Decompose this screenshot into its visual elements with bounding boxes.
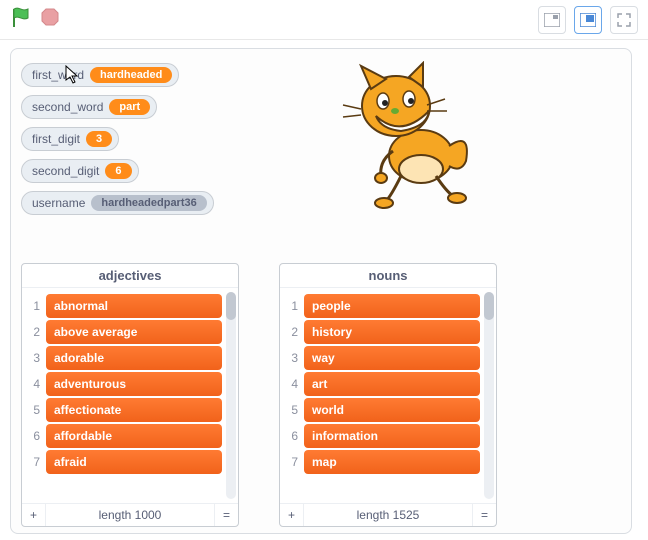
list-body: 1 abnormal 2 above average 3 adorable 4 adventu…	[22, 288, 238, 503]
list-item-value: affordable	[46, 424, 222, 448]
monitor-label: username	[32, 196, 85, 210]
monitor-label: second_digit	[32, 164, 99, 178]
list-item-value: information	[304, 424, 480, 448]
list-item-value: affectionate	[46, 398, 222, 422]
list-item-index: 1	[26, 299, 40, 313]
list-item[interactable]: 3 way	[284, 346, 480, 370]
list-item-index: 4	[284, 377, 298, 391]
list-add-button[interactable]: +	[280, 504, 304, 526]
monitor-value: 6	[105, 163, 131, 179]
list-title: nouns	[280, 264, 496, 288]
list-item-value: art	[304, 372, 480, 396]
list-item[interactable]: 6 information	[284, 424, 480, 448]
list-item-index: 4	[26, 377, 40, 391]
monitor-second-word[interactable]: second_word part	[21, 95, 157, 119]
list-adjectives[interactable]: adjectives 1 abnormal 2 above average 3 adora…	[21, 263, 239, 527]
list-item[interactable]: 2 above average	[26, 320, 222, 344]
list-item-value: world	[304, 398, 480, 422]
list-item-index: 2	[26, 325, 40, 339]
list-title: adjectives	[22, 264, 238, 288]
list-resize-handle[interactable]: =	[214, 504, 238, 526]
list-item-value: abnormal	[46, 294, 222, 318]
monitor-label: second_word	[32, 100, 103, 114]
monitor-first-word[interactable]: first_word hardheaded	[21, 63, 179, 87]
monitor-second-digit[interactable]: second_digit 6	[21, 159, 139, 183]
scrollbar[interactable]	[226, 292, 236, 499]
list-item[interactable]: 4 art	[284, 372, 480, 396]
list-item-index: 7	[26, 455, 40, 469]
list-item-value: afraid	[46, 450, 222, 474]
list-item[interactable]: 6 affordable	[26, 424, 222, 448]
list-item[interactable]: 5 affectionate	[26, 398, 222, 422]
variable-monitors: first_word hardheaded second_word part f…	[13, 59, 214, 215]
list-item[interactable]: 7 afraid	[26, 450, 222, 474]
list-item-index: 3	[26, 351, 40, 365]
stage-toolbar	[0, 0, 648, 40]
list-item[interactable]: 5 world	[284, 398, 480, 422]
sprite-cat[interactable]	[331, 61, 481, 211]
list-item-index: 1	[284, 299, 298, 313]
stage[interactable]: first_word hardheaded second_word part f…	[10, 48, 632, 534]
list-item[interactable]: 3 adorable	[26, 346, 222, 370]
list-item-index: 6	[284, 429, 298, 443]
list-item-index: 5	[284, 403, 298, 417]
monitor-value: 3	[86, 131, 112, 147]
list-item-value: people	[304, 294, 480, 318]
monitor-label: first_digit	[32, 132, 80, 146]
small-stage-button[interactable]	[538, 6, 566, 34]
monitor-label: first_word	[32, 68, 84, 82]
list-item[interactable]: 2 history	[284, 320, 480, 344]
list-item[interactable]: 7 map	[284, 450, 480, 474]
list-body: 1 people 2 history 3 way 4 art 5 world 6 informatio…	[280, 288, 496, 503]
stop-icon[interactable]	[40, 7, 60, 32]
list-add-button[interactable]: +	[22, 504, 46, 526]
list-item[interactable]: 1 people	[284, 294, 480, 318]
list-length-label: length 1525	[304, 504, 472, 526]
list-item-value: adorable	[46, 346, 222, 370]
list-item-index: 3	[284, 351, 298, 365]
monitor-username[interactable]: username hardheadedpart36	[21, 191, 214, 215]
list-item[interactable]: 1 abnormal	[26, 294, 222, 318]
monitor-value: hardheaded	[90, 67, 172, 83]
list-resize-handle[interactable]: =	[472, 504, 496, 526]
scroll-thumb[interactable]	[484, 292, 494, 320]
list-length-label: length 1000	[46, 504, 214, 526]
large-stage-button[interactable]	[574, 6, 602, 34]
list-item-index: 2	[284, 325, 298, 339]
list-item-index: 5	[26, 403, 40, 417]
monitor-value: part	[109, 99, 150, 115]
scrollbar[interactable]	[484, 292, 494, 499]
green-flag-icon[interactable]	[10, 6, 32, 33]
monitor-value: hardheadedpart36	[91, 195, 206, 211]
scroll-thumb[interactable]	[226, 292, 236, 320]
monitor-first-digit[interactable]: first_digit 3	[21, 127, 119, 151]
list-item-index: 6	[26, 429, 40, 443]
fullscreen-button[interactable]	[610, 6, 638, 34]
list-item-value: history	[304, 320, 480, 344]
list-item[interactable]: 4 adventurous	[26, 372, 222, 396]
list-item-value: way	[304, 346, 480, 370]
list-item-index: 7	[284, 455, 298, 469]
list-item-value: adventurous	[46, 372, 222, 396]
list-item-value: above average	[46, 320, 222, 344]
list-item-value: map	[304, 450, 480, 474]
list-nouns[interactable]: nouns 1 people 2 history 3 way 4 art 5 world 6 info…	[279, 263, 497, 527]
